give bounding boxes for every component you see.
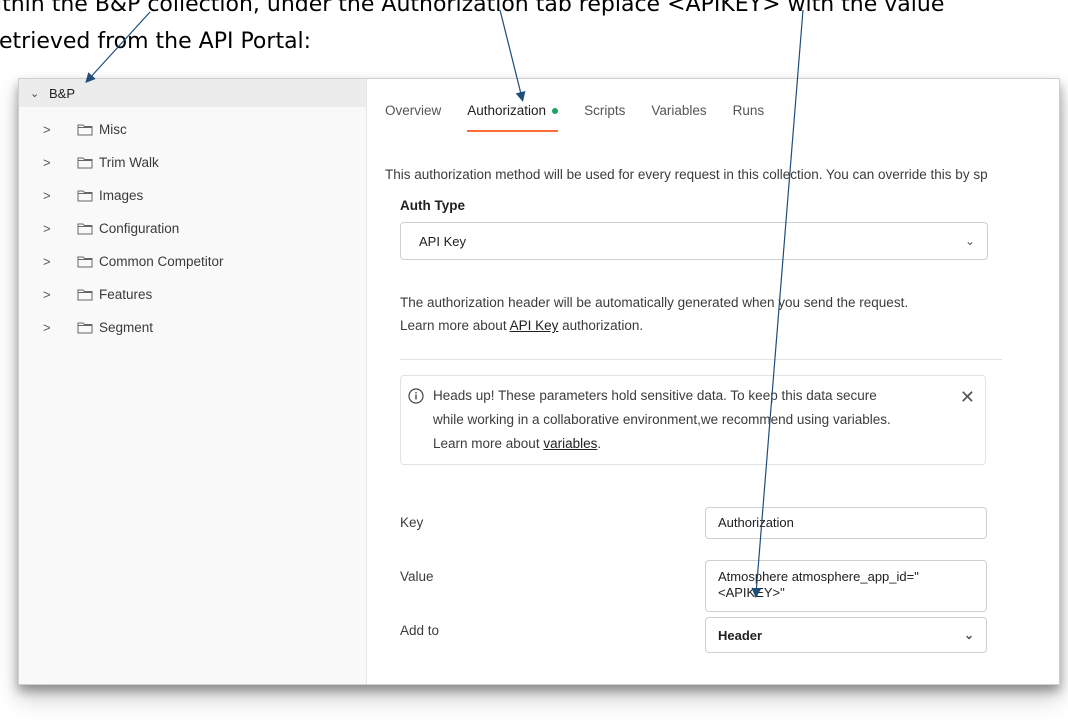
value-input[interactable]: Atmosphere atmosphere_app_id=" <APIKEY>" [705,560,987,612]
tab-label: Variables [651,103,707,118]
callout-suffix: . [597,436,602,451]
folder-item-segment[interactable]: > Segment [19,311,366,344]
value-label: Value [400,569,434,584]
collection-root-label: B&P [49,85,76,101]
section-divider [400,359,1002,360]
callout-message: Heads up! These parameters hold sensitiv… [433,384,963,456]
auth-type-value: API Key [419,233,466,249]
chevron-right-icon[interactable]: > [43,188,55,203]
auth-type-label: Auth Type [400,198,465,213]
add-to-value: Header [718,627,763,643]
folder-label: Misc [99,122,127,137]
chevron-right-icon[interactable]: > [43,155,55,170]
auth-info-text: The authorization header will be automat… [400,291,1020,337]
tab-scripts[interactable]: Scripts [584,103,625,132]
tab-label: Scripts [584,103,626,118]
info-icon [408,388,424,404]
folder-icon [77,190,93,202]
variables-docs-link[interactable]: variables [543,436,597,451]
chevron-right-icon[interactable]: > [43,221,55,236]
folder-item-trim-walk[interactable]: > Trim Walk [19,146,366,179]
callout-prefix: Learn more about [433,436,544,451]
folder-item-configuration[interactable]: > Configuration [19,212,366,245]
folder-icon [77,157,93,169]
tab-runs[interactable]: Runs [733,103,765,132]
auth-info-line-2: Learn more about API Key authorization. [400,314,1020,337]
folder-tree: > Misc > Trim Walk > Images > Configurat… [19,113,366,344]
chevron-right-icon[interactable]: > [43,122,55,137]
folder-icon [77,256,93,268]
instruction-caption: ithin the B&P collection, under the Auth… [0,0,1068,60]
chevron-right-icon[interactable]: > [43,320,55,335]
callout-line-1: Heads up! These parameters hold sensitiv… [433,388,877,403]
caption-line-2: etrieved from the API Portal: [0,29,312,54]
tab-label: Authorization [467,103,547,118]
add-to-label: Add to [400,623,440,638]
folder-item-common-competitor[interactable]: > Common Competitor [19,245,366,278]
folder-label: Segment [99,320,154,335]
folder-label: Features [99,287,153,302]
postman-screenshot: ⌄ B&P > Misc > Trim Walk > Images > Conf… [18,78,1060,685]
callout-line-3: Learn more about variables. [433,432,963,456]
folder-item-features[interactable]: > Features [19,278,366,311]
sensitive-data-callout: Heads up! These parameters hold sensitiv… [400,375,986,465]
tab-authorization[interactable]: Authorization [467,103,559,132]
collection-sidebar: ⌄ B&P > Misc > Trim Walk > Images > Conf… [19,79,367,684]
add-to-select[interactable]: Header ⌄ [705,617,987,653]
folder-label: Images [99,188,144,203]
chevron-right-icon[interactable]: > [43,287,55,302]
folder-icon [77,289,93,301]
collection-settings-panel: Overview Authorization Scripts Variables… [367,79,1059,684]
folder-item-misc[interactable]: > Misc [19,113,366,146]
value-line-1: Atmosphere atmosphere_app_id=" [718,569,919,584]
status-dot-icon [552,108,559,115]
folder-icon [77,322,93,334]
key-label: Key [400,515,424,530]
chevron-down-icon: ⌄ [964,234,975,248]
tab-label: Overview [385,103,442,118]
auth-info-prefix: Learn more about [400,318,510,333]
close-icon[interactable]: ✕ [960,385,975,409]
folder-item-images[interactable]: > Images [19,179,366,212]
folder-icon [77,223,93,235]
folder-label: Configuration [99,221,180,236]
auth-description: This authorization method will be used f… [385,167,988,182]
chevron-right-icon[interactable]: > [43,254,55,269]
callout-line-2: while working in a collaborative environ… [433,412,891,427]
folder-label: Trim Walk [99,155,159,170]
auth-info-line-1: The authorization header will be automat… [400,295,909,310]
api-key-docs-link[interactable]: API Key [510,318,559,333]
tab-label: Runs [732,103,765,118]
chevron-down-icon: ⌄ [963,628,974,642]
collection-root-b-and-p[interactable]: ⌄ B&P [19,79,366,107]
chevron-down-icon: ⌄ [30,87,40,100]
folder-icon [77,124,93,136]
value-line-2: <APIKEY>" [718,585,785,600]
auth-info-suffix: authorization. [558,318,644,333]
tab-overview[interactable]: Overview [385,103,441,132]
tab-variables[interactable]: Variables [651,103,706,132]
key-input[interactable]: Authorization [705,507,987,539]
settings-tabs: Overview Authorization Scripts Variables… [385,103,790,132]
caption-line-1: ithin the B&P collection, under the Auth… [0,0,945,17]
folder-label: Common Competitor [99,254,224,269]
auth-type-select[interactable]: API Key ⌄ [400,222,988,260]
